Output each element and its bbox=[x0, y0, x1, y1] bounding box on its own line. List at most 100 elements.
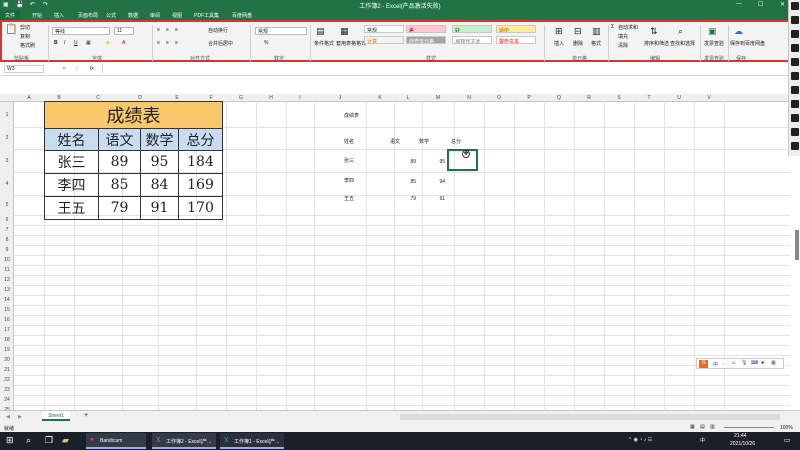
style-warn[interactable]: 警告文本 bbox=[496, 36, 536, 44]
undo-icon[interactable]: ↶ bbox=[30, 1, 35, 8]
tab-insert[interactable]: 插入 bbox=[54, 12, 64, 19]
delete-cells-icon[interactable]: ⊟ bbox=[574, 26, 582, 37]
ime-mic-icon[interactable]: 🎙 bbox=[741, 360, 747, 366]
table-format-icon[interactable]: ▦ bbox=[340, 26, 349, 37]
close-toolbar-icon[interactable] bbox=[791, 142, 799, 150]
save-to-baidu-button[interactable]: 保存到百度网盘 bbox=[730, 40, 765, 47]
clear-tool-icon[interactable] bbox=[791, 128, 799, 136]
tab-baidu[interactable]: 百度网盘 bbox=[232, 12, 252, 19]
line-tool-icon[interactable] bbox=[791, 44, 799, 52]
cell-total[interactable]: 170 bbox=[178, 196, 223, 220]
conditional-format-button[interactable]: 条件格式 bbox=[314, 40, 334, 47]
right-cell-chinese[interactable]: 85 bbox=[402, 179, 416, 185]
italic-button[interactable]: I bbox=[64, 40, 65, 46]
column-header-t[interactable]: T bbox=[634, 95, 664, 101]
cancel-icon[interactable]: ✕ bbox=[62, 66, 66, 72]
redo-icon[interactable]: ↷ bbox=[43, 1, 48, 8]
tab-review[interactable]: 审阅 bbox=[150, 12, 160, 19]
windows-start-icon[interactable]: ⊞ bbox=[6, 435, 14, 446]
tab-pdf-tools[interactable]: PDF工具集 bbox=[194, 12, 219, 19]
cut-button[interactable]: 剪切 bbox=[20, 24, 30, 31]
column-header-u[interactable]: U bbox=[664, 95, 694, 101]
row-header-21[interactable]: 21 bbox=[0, 367, 14, 373]
formula-input[interactable] bbox=[102, 65, 788, 73]
column-header-a[interactable]: A bbox=[14, 95, 44, 101]
invoice-check-icon[interactable]: ▣ bbox=[708, 26, 717, 37]
right-cell-name[interactable]: 王五 bbox=[344, 195, 354, 202]
sort-filter-button[interactable]: 排序和筛选 bbox=[644, 40, 669, 47]
align-top-icon[interactable]: ≡ bbox=[157, 27, 160, 33]
page-layout-icon[interactable]: ▤ bbox=[700, 424, 705, 430]
fill-color-icon[interactable]: ◈ bbox=[106, 40, 110, 46]
highlighter-tool-icon[interactable] bbox=[791, 30, 799, 38]
cell-name[interactable]: 李四 bbox=[44, 173, 99, 197]
row-header-22[interactable]: 22 bbox=[0, 377, 14, 383]
horizontal-scrollbar[interactable] bbox=[400, 414, 780, 420]
right-cell-math[interactable]: 95 bbox=[431, 159, 445, 165]
row-header-10[interactable]: 10 bbox=[0, 257, 14, 263]
format-cells-icon[interactable]: ▥ bbox=[592, 26, 601, 37]
table-format-button[interactable]: 套用表格格式 bbox=[336, 40, 366, 47]
cell-chinese[interactable]: 89 bbox=[98, 150, 141, 174]
conditional-format-icon[interactable]: ▤ bbox=[316, 26, 325, 37]
pen-tool-icon[interactable] bbox=[791, 16, 799, 24]
align-left-icon[interactable]: ≡ bbox=[157, 40, 160, 46]
vertical-scrollbar-thumb[interactable] bbox=[795, 230, 799, 260]
ime-emoji-icon[interactable]: ☺ bbox=[731, 360, 736, 366]
search-icon[interactable]: ⌕ bbox=[26, 435, 31, 446]
header-chinese[interactable]: 语文 bbox=[98, 128, 141, 151]
rectangle-tool-icon[interactable] bbox=[791, 58, 799, 66]
right-cell-math[interactable]: 94 bbox=[431, 179, 445, 185]
cell-math[interactable]: 84 bbox=[140, 173, 179, 197]
grade-table-title[interactable]: 成绩表 bbox=[44, 101, 223, 129]
style-neutral[interactable]: 适中 bbox=[496, 25, 536, 33]
cell-total[interactable]: 169 bbox=[178, 173, 223, 197]
row-header-1[interactable]: 1 bbox=[0, 112, 14, 118]
column-header-p[interactable]: P bbox=[514, 95, 544, 101]
row-header-14[interactable]: 14 bbox=[0, 297, 14, 303]
confirm-icon[interactable]: ✓ bbox=[75, 66, 79, 72]
font-size-select[interactable]: 11 bbox=[114, 27, 134, 35]
tab-home[interactable]: 开始 bbox=[32, 12, 42, 19]
style-calc[interactable]: 计算 bbox=[364, 36, 404, 44]
ime-punct-icon[interactable]: , bbox=[723, 360, 724, 366]
column-header-i[interactable]: I bbox=[286, 95, 314, 101]
find-select-button[interactable]: 查找和选择 bbox=[670, 40, 695, 47]
ime-menu-icon[interactable]: ▦ bbox=[771, 360, 776, 366]
wrap-text-button[interactable]: 自动换行 bbox=[208, 27, 228, 34]
notification-icon[interactable]: ▭ bbox=[784, 436, 791, 444]
right-header-math[interactable]: 数学 bbox=[419, 138, 429, 145]
cell-name[interactable]: 王五 bbox=[44, 196, 99, 220]
column-header-g[interactable]: G bbox=[226, 95, 256, 101]
column-header-s[interactable]: S bbox=[604, 95, 634, 101]
close-icon[interactable]: ✕ bbox=[780, 1, 785, 8]
align-middle-icon[interactable]: ≡ bbox=[166, 27, 169, 33]
scroll-right-icon[interactable]: ▶ bbox=[18, 414, 22, 420]
taskbar-workbook1[interactable]: X 工作簿1 - Excel(产... bbox=[220, 433, 284, 449]
right-table-title[interactable]: 成绩表 bbox=[344, 112, 359, 119]
tab-file[interactable]: 文件 bbox=[0, 10, 20, 20]
clock-time[interactable]: 21:44 bbox=[734, 433, 747, 439]
column-header-o[interactable]: O bbox=[484, 95, 514, 101]
zoom-slider[interactable] bbox=[724, 427, 774, 428]
maximize-icon[interactable]: ☐ bbox=[758, 1, 763, 8]
right-cell-math[interactable]: 91 bbox=[431, 196, 445, 202]
row-header-19[interactable]: 19 bbox=[0, 347, 14, 353]
column-header-q[interactable]: Q bbox=[544, 95, 574, 101]
number-format-select[interactable]: 常规 bbox=[255, 27, 307, 35]
column-header-j[interactable]: J bbox=[314, 95, 366, 101]
align-right-icon[interactable]: ≡ bbox=[175, 40, 178, 46]
row-header-9[interactable]: 9 bbox=[0, 247, 14, 253]
right-cell-chinese[interactable]: 89 bbox=[402, 159, 416, 165]
header-total[interactable]: 总分 bbox=[178, 128, 223, 151]
header-math[interactable]: 数学 bbox=[140, 128, 179, 151]
clear-button[interactable]: 清除 bbox=[618, 42, 628, 49]
minimize-icon[interactable]: — bbox=[736, 1, 742, 7]
row-header-4[interactable]: 4 bbox=[0, 181, 14, 187]
format-painter-button[interactable]: 格式刷 bbox=[20, 42, 35, 49]
row-header-8[interactable]: 8 bbox=[0, 237, 14, 243]
underline-button[interactable]: U bbox=[74, 40, 78, 46]
row-header-5[interactable]: 5 bbox=[0, 202, 14, 208]
row-header-2[interactable]: 2 bbox=[0, 135, 14, 141]
cell-math[interactable]: 95 bbox=[140, 150, 179, 174]
